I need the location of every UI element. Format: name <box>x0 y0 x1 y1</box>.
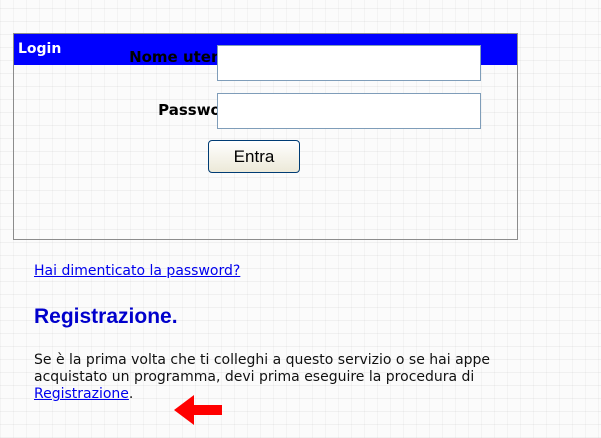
registration-text-line-2: acquistato un programma, devi prima eseg… <box>34 369 475 385</box>
username-input[interactable] <box>217 45 481 81</box>
registration-description: Se è la prima volta che ti colleghi a qu… <box>34 352 601 403</box>
registration-link[interactable]: Registrazione <box>34 386 129 402</box>
registration-text-line-1: Se è la prima volta che ti colleghi a qu… <box>34 352 491 368</box>
left-arrow-icon <box>174 395 222 425</box>
registration-text-line-3: Registrazione. <box>34 386 601 403</box>
registration-link-suffix: . <box>128 386 134 402</box>
password-input[interactable] <box>217 93 481 129</box>
enter-button[interactable]: Entra <box>208 140 300 173</box>
forgot-password-link[interactable]: Hai dimenticato la password? <box>34 263 240 279</box>
registration-title: Registrazione. <box>34 305 178 328</box>
